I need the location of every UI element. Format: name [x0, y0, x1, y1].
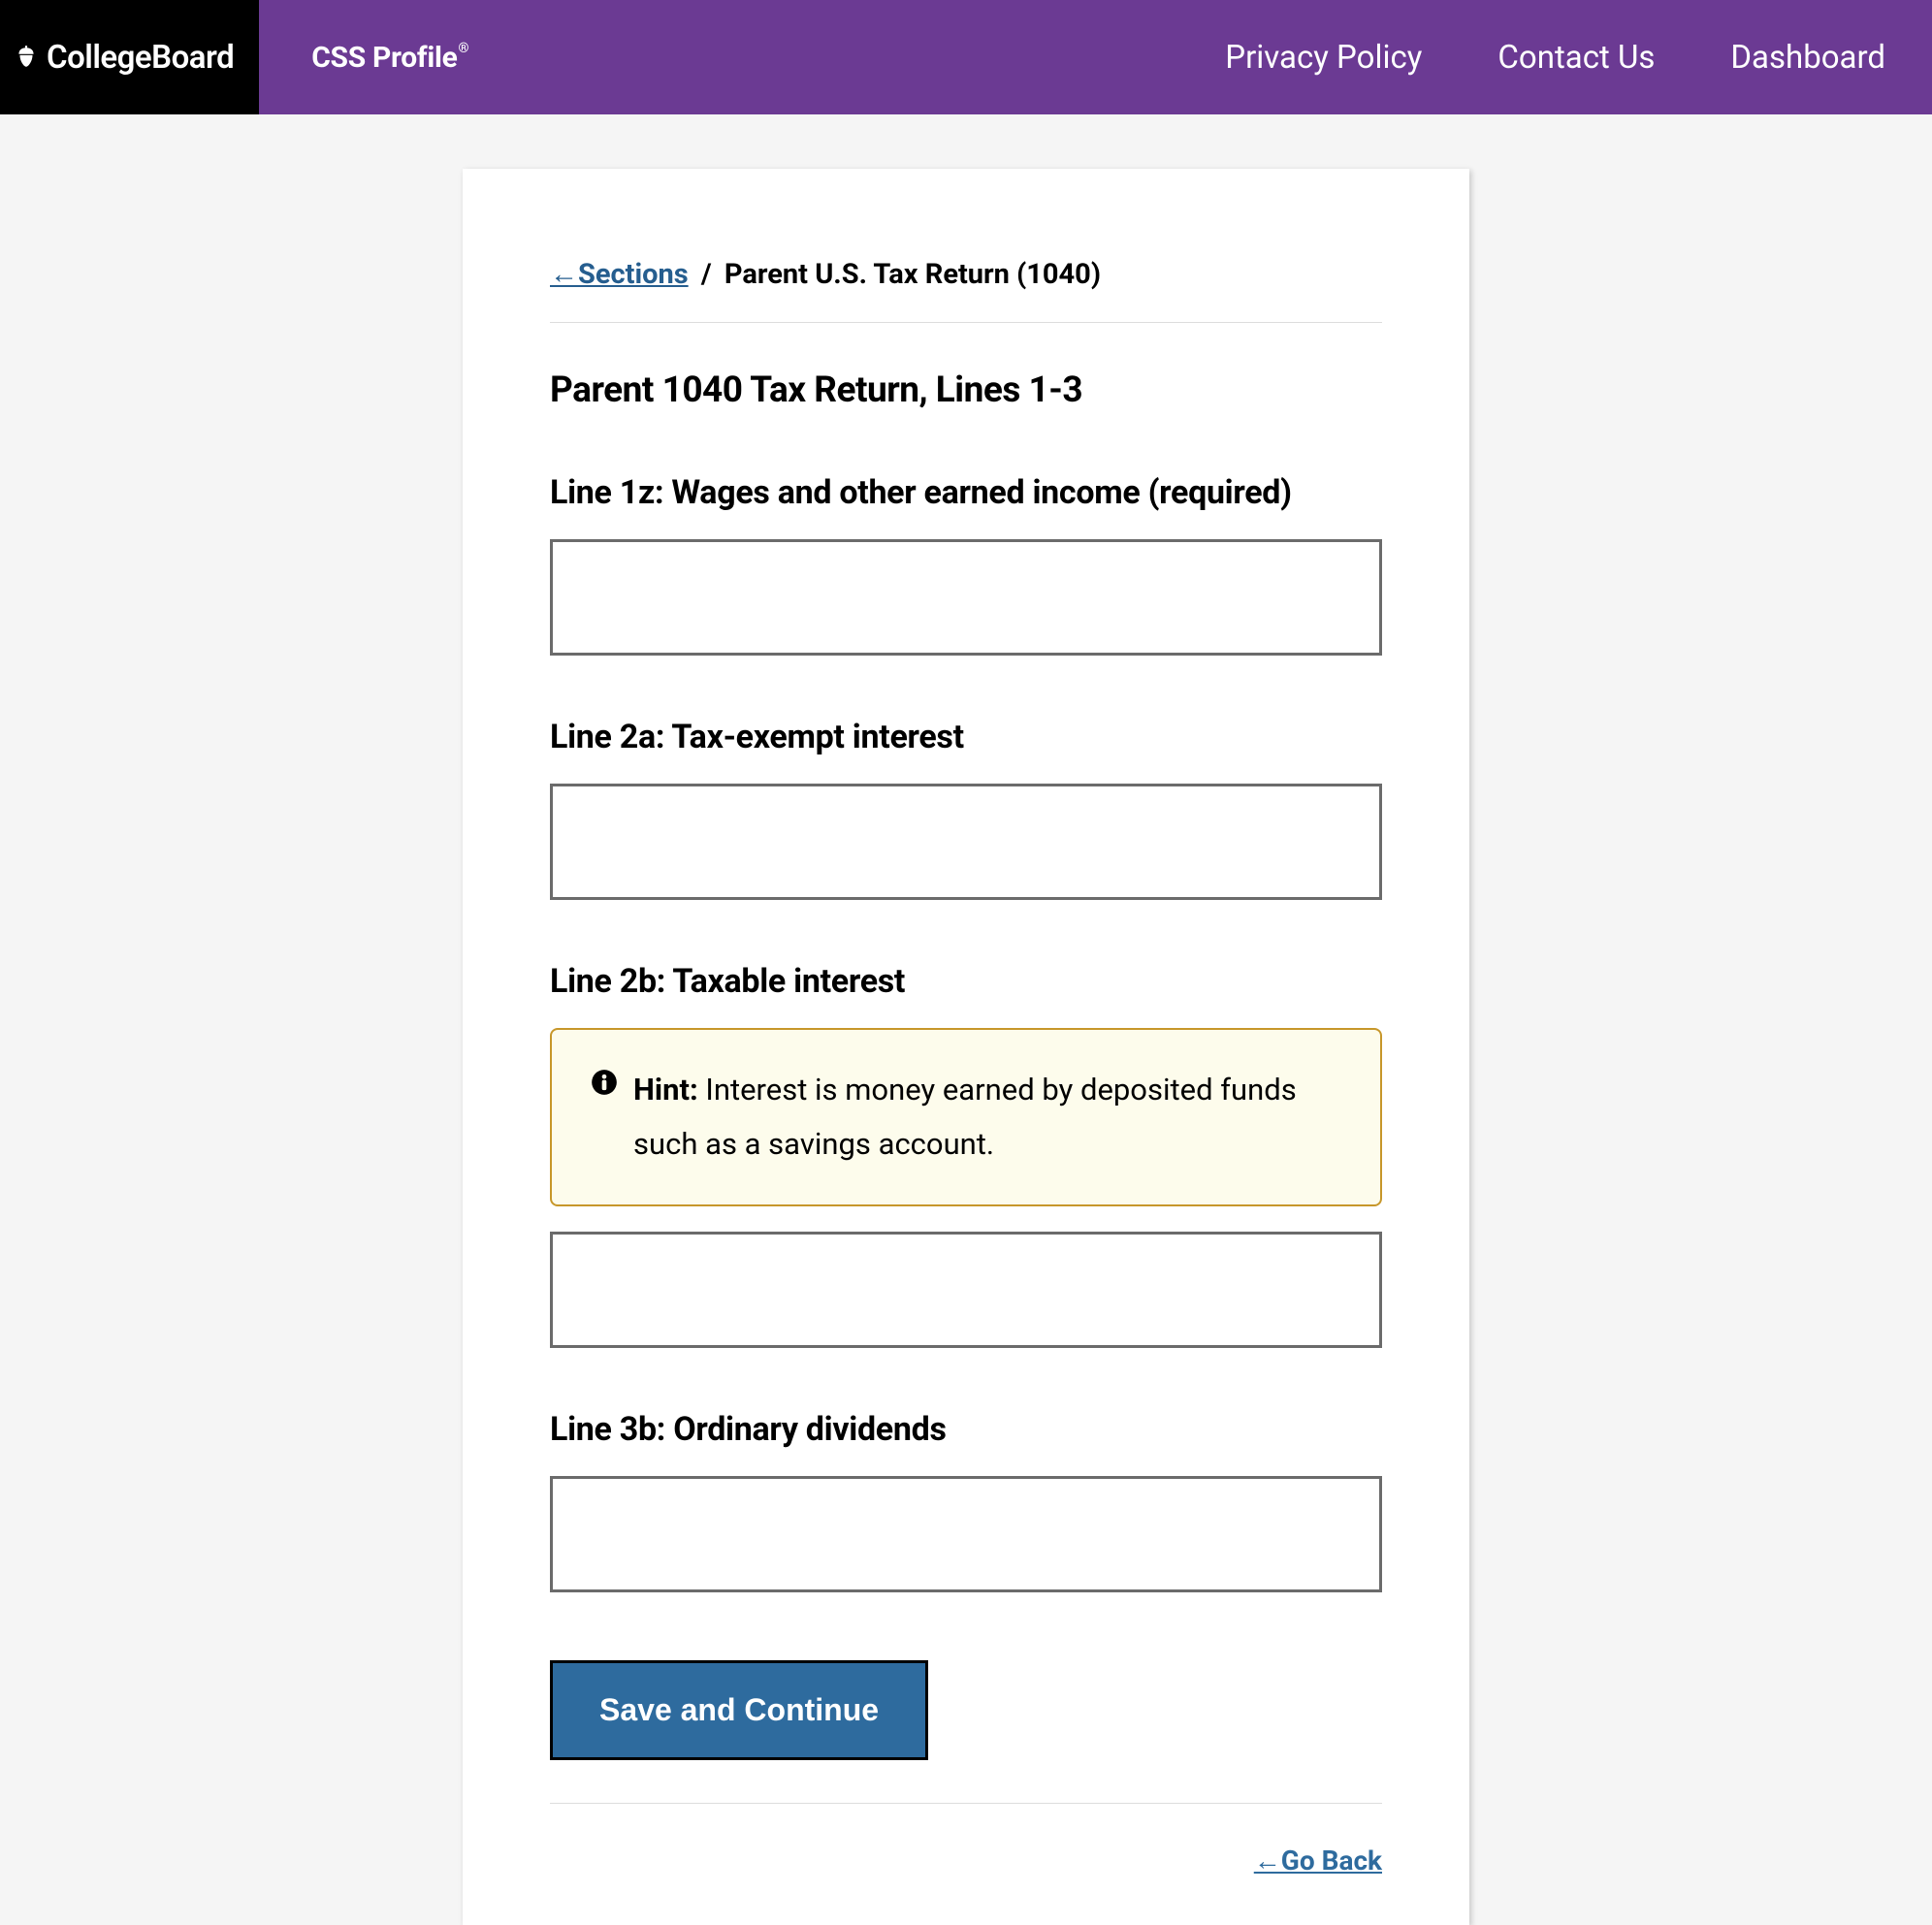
- go-back-row: ←Go Back: [550, 1845, 1382, 1877]
- line2b-input[interactable]: [550, 1232, 1382, 1348]
- line2a-input[interactable]: [550, 784, 1382, 900]
- breadcrumb: ←Sections / Parent U.S. Tax Return (1040…: [550, 258, 1382, 323]
- line2a-label: Line 2a: Tax-exempt interest: [550, 710, 1382, 764]
- line1z-label: Line 1z: Wages and other earned income (…: [550, 465, 1382, 520]
- info-icon: [591, 1069, 618, 1096]
- line1z-input[interactable]: [550, 539, 1382, 656]
- breadcrumb-sections-link[interactable]: ←Sections: [550, 258, 689, 291]
- header-nav: Privacy Policy Contact Us Dashboard: [1225, 39, 1932, 77]
- hint-body: Interest is money earned by deposited fu…: [633, 1072, 1297, 1162]
- form-card: ←Sections / Parent U.S. Tax Return (1040…: [463, 169, 1469, 1925]
- field-line3b: Line 3b: Ordinary dividends: [550, 1402, 1382, 1647]
- nav-contact-us[interactable]: Contact Us: [1497, 39, 1655, 77]
- field-line1z: Line 1z: Wages and other earned income (…: [550, 465, 1382, 710]
- field-line2b: Line 2b: Taxable interest Hint: Interest…: [550, 954, 1382, 1402]
- line3b-label: Line 3b: Ordinary dividends: [550, 1402, 1382, 1457]
- hint-label: Hint:: [633, 1072, 698, 1107]
- collegeboard-logo[interactable]: CollegeBoard: [0, 0, 259, 114]
- line2b-hint: Hint: Interest is money earned by deposi…: [550, 1028, 1382, 1206]
- css-profile-brand[interactable]: CSS Profile®: [311, 41, 468, 75]
- line2b-label: Line 2b: Taxable interest: [550, 954, 1382, 1009]
- acorn-icon: [14, 45, 39, 70]
- breadcrumb-separator: /: [701, 258, 712, 291]
- save-and-continue-button[interactable]: Save and Continue: [550, 1660, 928, 1760]
- breadcrumb-current: Parent U.S. Tax Return (1040): [724, 258, 1101, 291]
- go-back-link[interactable]: ←Go Back: [1254, 1845, 1382, 1877]
- app-header: CollegeBoard CSS Profile® Privacy Policy…: [0, 0, 1932, 114]
- field-line2a: Line 2a: Tax-exempt interest: [550, 710, 1382, 954]
- collegeboard-text: CollegeBoard: [47, 39, 234, 77]
- hint-text: Hint: Interest is money earned by deposi…: [633, 1063, 1341, 1171]
- nav-dashboard[interactable]: Dashboard: [1730, 39, 1885, 77]
- page-title: Parent 1040 Tax Return, Lines 1-3: [550, 369, 1382, 411]
- line3b-input[interactable]: [550, 1476, 1382, 1592]
- footer-divider: [550, 1803, 1382, 1804]
- nav-privacy-policy[interactable]: Privacy Policy: [1225, 39, 1422, 77]
